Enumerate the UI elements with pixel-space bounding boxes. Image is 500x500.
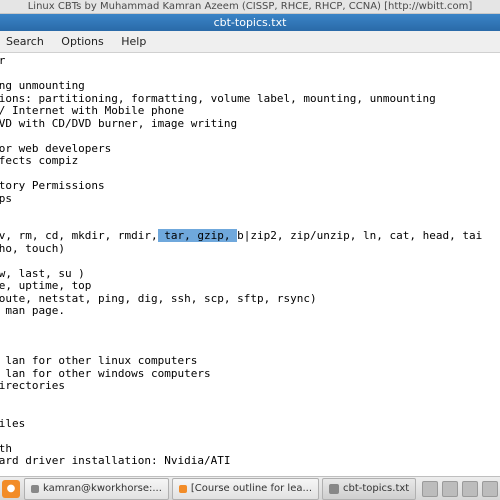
task-browser[interactable]: [Course outline for lea... (172, 478, 319, 500)
task-terminal[interactable]: kamran@kworkhorse:... (24, 478, 169, 500)
volume-icon[interactable] (462, 481, 478, 497)
task-label: cbt-topics.txt (343, 483, 409, 494)
tray-icon[interactable] (422, 481, 438, 497)
tray-icon[interactable] (482, 481, 498, 497)
editor-icon (329, 484, 339, 494)
outer-window-title: Linux CBTs by Muhammad Kamran Azeem (CIS… (0, 0, 500, 14)
system-tray (422, 481, 498, 497)
menu-help[interactable]: Help (121, 35, 146, 48)
menu-search[interactable]: Search (6, 35, 44, 48)
menu-options[interactable]: Options (61, 35, 103, 48)
task-label: [Course outline for lea... (191, 483, 312, 494)
network-icon[interactable] (442, 481, 458, 497)
task-label: kamran@kworkhorse:... (43, 483, 162, 494)
terminal-icon (31, 485, 39, 493)
firefox-icon[interactable]: ● (2, 480, 20, 498)
task-editor-active[interactable]: cbt-topics.txt (322, 478, 416, 500)
text-editor[interactable]: Package Manager 4) Anti virus 5) Disk mo… (0, 53, 500, 476)
text-selection: tar, gzip, (158, 229, 237, 242)
taskbar: ● kamran@kworkhorse:... [Course outline … (0, 476, 500, 500)
menubar: Search Options Help (0, 31, 500, 53)
editor-text[interactable]: Package Manager 4) Anti virus 5) Disk mo… (0, 55, 482, 476)
firefox-icon (179, 485, 187, 493)
document-title: cbt-topics.txt (0, 14, 500, 31)
